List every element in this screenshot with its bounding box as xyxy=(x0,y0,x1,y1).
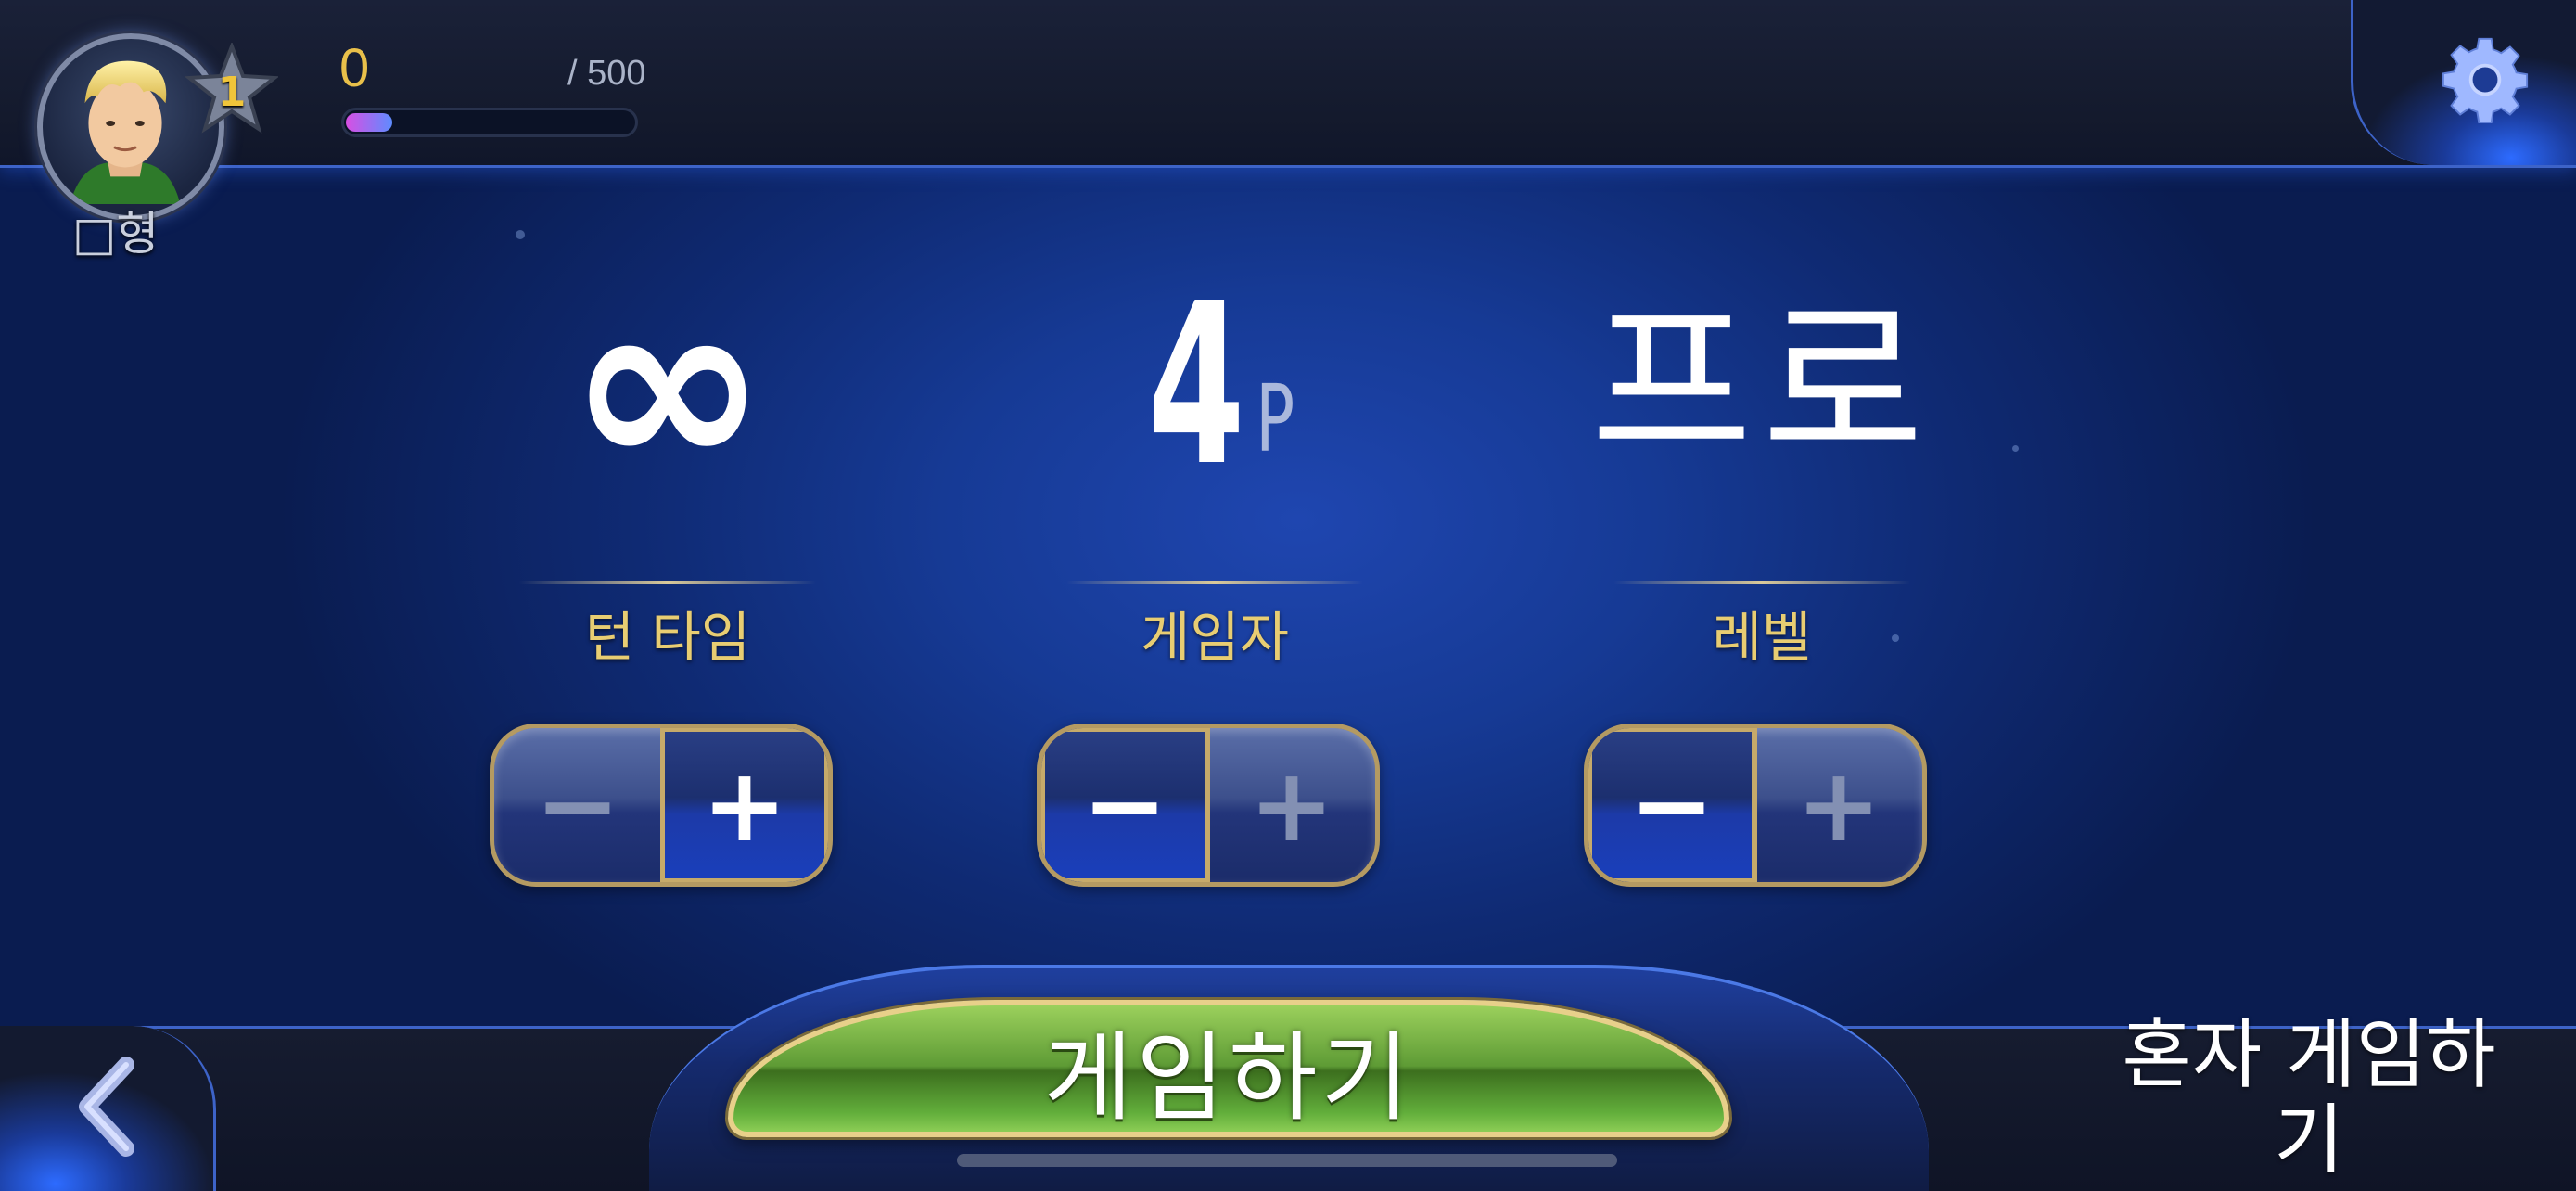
game-setup-screen: 1 □형 0 / 500 ∞ 턴 타임 − + 4 P 게임자 − + 프로 레… xyxy=(0,0,2576,1191)
play-button-label: 게임하기 xyxy=(1043,1020,1414,1134)
level-badge: 1 xyxy=(217,69,247,116)
settings-button[interactable] xyxy=(2441,35,2530,124)
difficulty-divider xyxy=(1613,581,1910,584)
stepper-separator xyxy=(660,728,663,882)
turn-time-stepper: − + xyxy=(490,724,833,887)
difficulty-minus-button[interactable]: − xyxy=(1588,728,1755,882)
turn-time-value: ∞ xyxy=(473,260,862,510)
minus-icon: − xyxy=(534,746,621,864)
difficulty-value: 프로 xyxy=(1567,260,1957,510)
difficulty-label: 레벨 xyxy=(1712,606,1812,669)
top-bar xyxy=(0,0,2576,168)
background-sparkle xyxy=(516,230,525,239)
solo-play-button[interactable]: 혼자 게임하기 xyxy=(2096,1013,2522,1184)
players-label: 게임자 xyxy=(1140,606,1290,669)
players-value-number: 4 xyxy=(1147,255,1245,515)
back-button[interactable] xyxy=(65,1056,148,1158)
gear-icon xyxy=(2442,37,2529,124)
plus-icon: + xyxy=(1248,746,1335,864)
play-button[interactable]: 게임하기 xyxy=(728,1000,1729,1137)
turn-time-minus-button[interactable]: − xyxy=(494,728,661,882)
player-name: □형 xyxy=(72,207,159,261)
players-value-suffix: P xyxy=(1256,365,1295,473)
turn-time-label: 턴 타임 xyxy=(584,606,751,669)
difficulty-value-text: 프로 xyxy=(1590,282,1933,487)
turn-time-value-text: ∞ xyxy=(567,245,769,525)
players-minus-button[interactable]: − xyxy=(1041,728,1208,882)
background-sparkle xyxy=(2012,445,2019,452)
plus-icon: + xyxy=(701,746,788,864)
players-divider xyxy=(1066,581,1363,584)
stepper-separator xyxy=(1207,728,1210,882)
stepper-separator xyxy=(1754,728,1757,882)
xp-value: 0 xyxy=(339,38,370,98)
players-value: 4 P xyxy=(1020,260,1409,510)
players-stepper: − + xyxy=(1037,724,1380,887)
xp-max: / 500 xyxy=(567,54,646,93)
avatar-portrait xyxy=(70,60,181,204)
difficulty-stepper: − + xyxy=(1584,724,1927,887)
players-plus-button[interactable]: + xyxy=(1208,728,1375,882)
xp-progress-bar xyxy=(341,108,638,137)
turn-time-plus-button[interactable]: + xyxy=(661,728,828,882)
chevron-left-icon xyxy=(79,1057,134,1157)
plus-icon: + xyxy=(1795,746,1882,864)
home-indicator[interactable] xyxy=(957,1154,1617,1167)
turn-time-divider xyxy=(519,581,816,584)
minus-icon: − xyxy=(1628,746,1715,864)
xp-progress-fill xyxy=(346,113,392,132)
minus-icon: − xyxy=(1081,746,1168,864)
difficulty-plus-button[interactable]: + xyxy=(1755,728,1922,882)
